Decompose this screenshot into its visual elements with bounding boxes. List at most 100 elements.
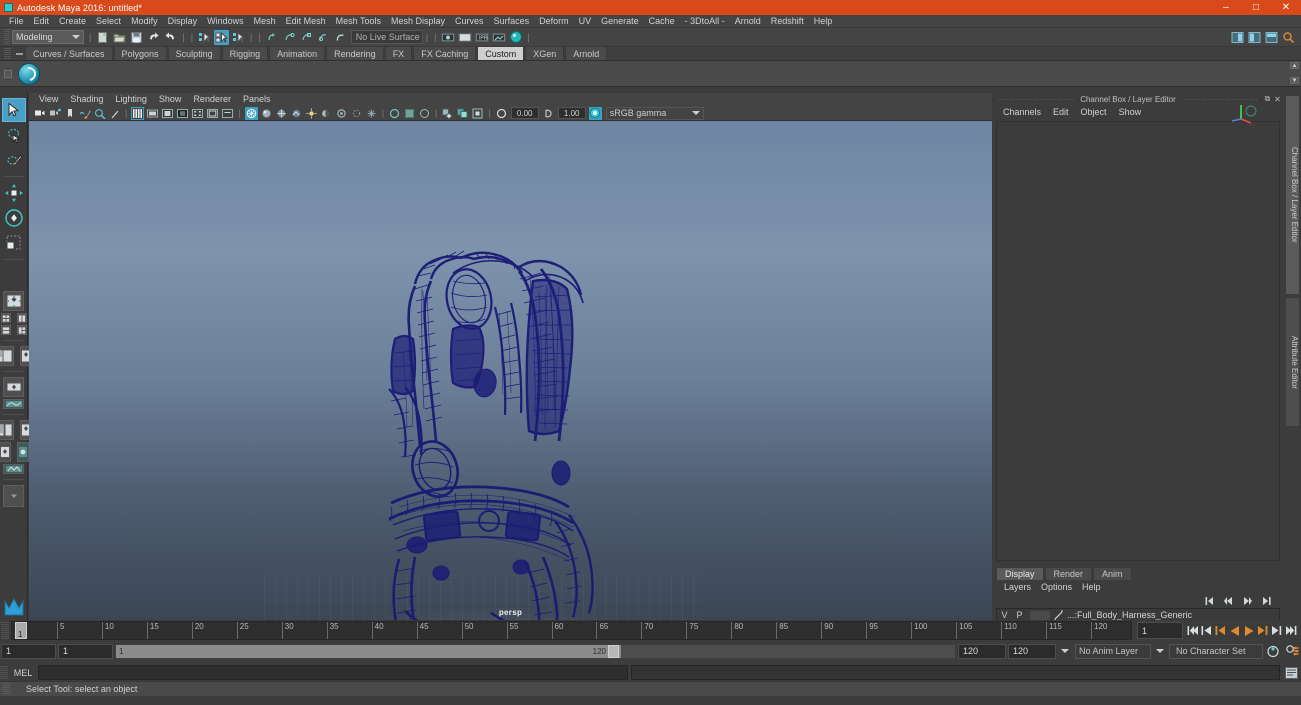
shelf-tab-rendering[interactable]: Rendering — [326, 46, 384, 60]
film-gate-icon[interactable] — [146, 107, 159, 120]
two-d-pan-zoom-icon[interactable] — [93, 107, 106, 120]
play-forwards-icon[interactable] — [1242, 623, 1255, 638]
shelf-tab-fx[interactable]: FX — [384, 46, 413, 60]
redo-icon[interactable] — [163, 30, 178, 45]
time-slider-grip[interactable] — [1, 622, 9, 639]
two-pane-side-layout[interactable] — [16, 313, 27, 323]
xray-icon[interactable] — [403, 107, 416, 120]
layer-menu-options[interactable]: Options — [1036, 582, 1077, 592]
viewport-menu-view[interactable]: View — [33, 93, 64, 106]
four-view-layout[interactable] — [0, 313, 11, 323]
shadows-icon[interactable] — [320, 107, 333, 120]
three-pane-layout[interactable] — [16, 325, 27, 335]
viewport-menu-renderer[interactable]: Renderer — [187, 93, 237, 106]
save-scene-icon[interactable] — [129, 30, 144, 45]
channelbox-menu-channels[interactable]: Channels — [997, 107, 1047, 117]
shelf-tab-animation[interactable]: Animation — [269, 46, 326, 60]
graph-editor-layout[interactable] — [3, 399, 24, 409]
render-view-layout[interactable] — [3, 464, 24, 474]
exposure-icon[interactable] — [495, 107, 508, 120]
status-grip[interactable] — [2, 683, 10, 695]
menu-curves[interactable]: Curves — [450, 15, 489, 28]
channelbox-menu-show[interactable]: Show — [1113, 107, 1148, 117]
menu-help[interactable]: Help — [809, 15, 838, 28]
layer-tab-render[interactable]: Render — [1044, 567, 1093, 580]
xray-active-components-icon[interactable] — [441, 107, 454, 120]
shaded-wireframe-icon[interactable] — [275, 107, 288, 120]
resolution-gate-icon[interactable] — [161, 107, 174, 120]
shelf-tab-arnold[interactable]: Arnold — [565, 46, 608, 60]
viewport-menu-shading[interactable]: Shading — [64, 93, 109, 106]
move-tool[interactable] — [2, 181, 26, 205]
isolate-select-icon[interactable] — [388, 107, 401, 120]
character-set-dropdown[interactable]: No Character Set — [1169, 643, 1263, 659]
layer-playback-toggle[interactable]: P — [1012, 610, 1027, 620]
use-all-lights-icon[interactable] — [305, 107, 318, 120]
shelf-options-icon[interactable] — [4, 69, 12, 78]
step-back-frame-icon[interactable] — [1214, 623, 1227, 638]
range-end-field[interactable]: 120 — [958, 643, 1006, 659]
range-right-handle[interactable] — [608, 644, 619, 658]
safe-title-icon[interactable] — [221, 107, 234, 120]
persp-view-layout[interactable] — [0, 442, 11, 462]
show-hide-attribute-editor-icon[interactable] — [1247, 30, 1262, 45]
menu-mesh-display[interactable]: Mesh Display — [386, 15, 450, 28]
layer-menu-help[interactable]: Help — [1077, 582, 1106, 592]
animation-preferences-icon[interactable] — [1283, 644, 1301, 658]
textured-icon[interactable] — [290, 107, 303, 120]
layer-move-up-icon[interactable] — [1223, 596, 1234, 606]
shelf-scroll-arrows[interactable]: ▲ ▼ — [1290, 62, 1299, 84]
smooth-shade-all-icon[interactable] — [260, 107, 273, 120]
undo-icon[interactable] — [146, 30, 161, 45]
script-editor-icon[interactable] — [1283, 666, 1299, 679]
snap-to-curve-icon[interactable] — [282, 30, 297, 45]
current-frame-field[interactable]: 1 — [1137, 622, 1183, 639]
menu-set-dropdown[interactable]: Modeling — [12, 30, 84, 44]
layer-move-last-icon[interactable] — [1261, 596, 1272, 606]
select-by-object-icon[interactable] — [214, 29, 230, 45]
anim-layer-dropdown[interactable]: No Anim Layer — [1075, 643, 1151, 659]
bookmarks-icon[interactable] — [63, 107, 76, 120]
shelf-tab-rigging[interactable]: Rigging — [221, 46, 269, 60]
menu-create[interactable]: Create — [54, 15, 91, 28]
single-perspective-layout[interactable] — [3, 291, 24, 311]
show-hide-tool-settings-icon[interactable] — [1264, 30, 1279, 45]
color-management-toggle-icon[interactable] — [588, 106, 602, 120]
shelf-tab-curves-surfaces[interactable]: Curves / Surfaces — [25, 46, 113, 60]
render-settings-icon[interactable]: IPR — [474, 30, 489, 45]
maximize-button[interactable]: □ — [1241, 0, 1271, 15]
animation-start-field[interactable]: 1 — [1, 643, 56, 659]
anim-layer-caret[interactable] — [1153, 644, 1167, 659]
hypershade-icon[interactable] — [491, 30, 506, 45]
step-forward-keyframe-icon[interactable] — [1270, 623, 1283, 638]
menu-mesh-tools[interactable]: Mesh Tools — [331, 15, 386, 28]
outliner-layout[interactable] — [0, 420, 14, 440]
wireframe-shaded-icon[interactable] — [244, 106, 258, 120]
command-language-label[interactable]: MEL — [8, 668, 38, 678]
layer-color-swatch[interactable] — [1029, 609, 1051, 621]
motion-blur-icon[interactable] — [350, 107, 363, 120]
range-start-field[interactable]: 1 — [58, 643, 113, 659]
select-by-hierarchy-icon[interactable] — [197, 30, 212, 45]
menu-redshift[interactable]: Redshift — [766, 15, 809, 28]
shelf-tab-xgen[interactable]: XGen — [525, 46, 565, 60]
perspective-viewport[interactable]: persp — [29, 121, 992, 620]
gamma-icon[interactable] — [542, 107, 555, 120]
range-slider[interactable]: 120 1 — [115, 643, 956, 659]
select-by-component-icon[interactable] — [231, 30, 246, 45]
exposure-value[interactable]: 0.00 — [510, 107, 539, 119]
layer-move-first-icon[interactable] — [1204, 596, 1215, 606]
shelf-scroll-down-icon[interactable]: ▼ — [1290, 77, 1299, 84]
menu-display[interactable]: Display — [163, 15, 203, 28]
step-forward-frame-icon[interactable] — [1256, 623, 1269, 638]
undock-panel-icon[interactable]: ⧉ — [1263, 94, 1272, 104]
menu-generate[interactable]: Generate — [596, 15, 644, 28]
gate-mask-icon[interactable] — [176, 107, 189, 120]
go-to-end-icon[interactable] — [1284, 623, 1297, 638]
show-hide-channel-box-icon[interactable] — [1230, 30, 1245, 45]
layer-tab-anim[interactable]: Anim — [1093, 567, 1132, 580]
menu-cache[interactable]: Cache — [644, 15, 680, 28]
persp-graph-layout[interactable] — [3, 377, 24, 397]
frame-selection-icon[interactable] — [471, 107, 484, 120]
grid-toggle-icon[interactable] — [131, 106, 145, 120]
